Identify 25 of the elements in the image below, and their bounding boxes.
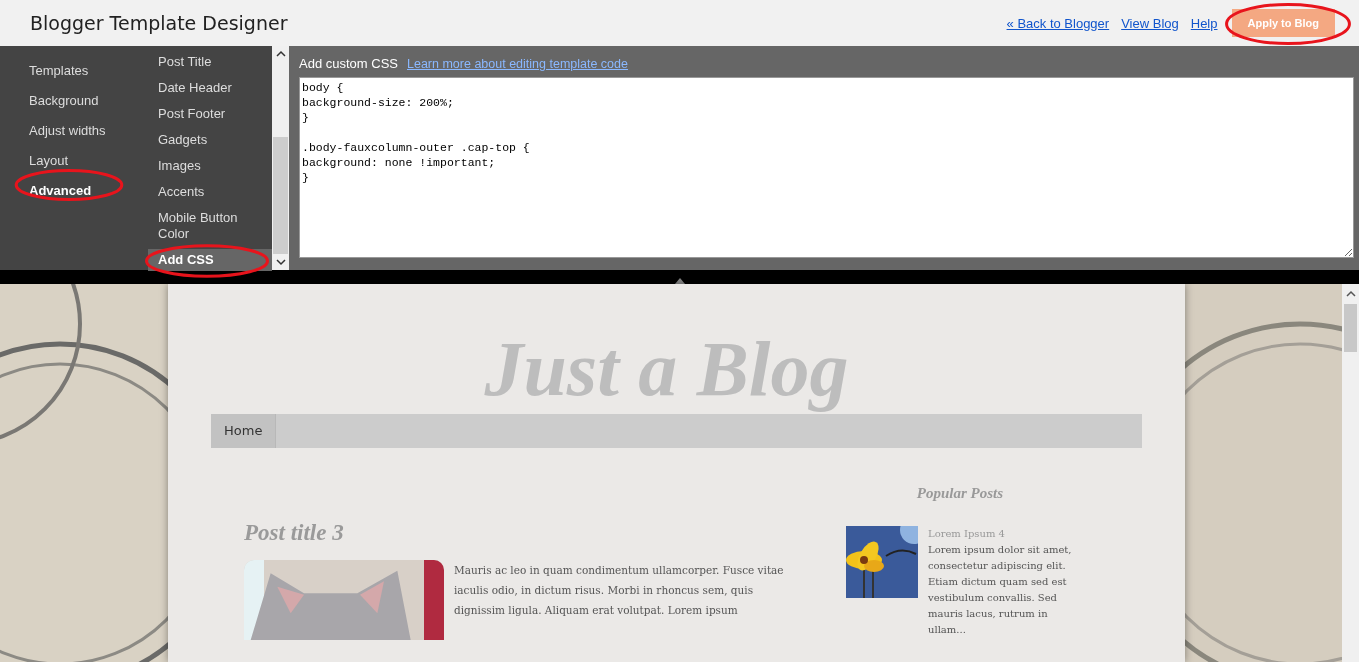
nav-item[interactable]: Date Header [148, 77, 272, 99]
css-editor[interactable]: body { background-size: 200%; } .body-fauxcolumn-outer .cap-top { background: none !important; } [299, 77, 1354, 258]
nav-item[interactable]: Gadgets [148, 129, 272, 151]
scroll-down-icon[interactable] [275, 258, 286, 266]
scroll-up-icon[interactable] [1345, 290, 1356, 298]
scrollbar[interactable] [1342, 284, 1359, 662]
nav-item[interactable]: Mobile Button Color [148, 207, 272, 245]
nav-item[interactable]: Accents [148, 181, 272, 203]
scrollbar[interactable] [272, 46, 289, 270]
nav-item[interactable]: Post Footer [148, 103, 272, 125]
nav-item[interactable]: Advanced [0, 181, 148, 211]
header-link[interactable]: « Back to Blogger [1006, 15, 1110, 31]
nav-item[interactable]: Adjust widths [0, 121, 148, 151]
nav-item[interactable]: Post Title [148, 51, 272, 73]
nav-item[interactable]: Add CSS [148, 249, 272, 271]
nav-item[interactable]: Layout [0, 151, 148, 181]
scroll-up-icon[interactable] [275, 50, 286, 58]
scroll-thumb[interactable] [1344, 304, 1357, 352]
editor-label: Add custom CSS [299, 56, 398, 71]
header-link[interactable]: Help [1190, 15, 1218, 31]
nav-item[interactable]: Templates [0, 61, 148, 91]
nav-item[interactable]: Background [0, 91, 148, 121]
nav-item[interactable]: Images [148, 155, 272, 177]
header-link[interactable]: View Blog [1121, 15, 1179, 31]
app-title: Blogger Template Designer [30, 12, 288, 34]
